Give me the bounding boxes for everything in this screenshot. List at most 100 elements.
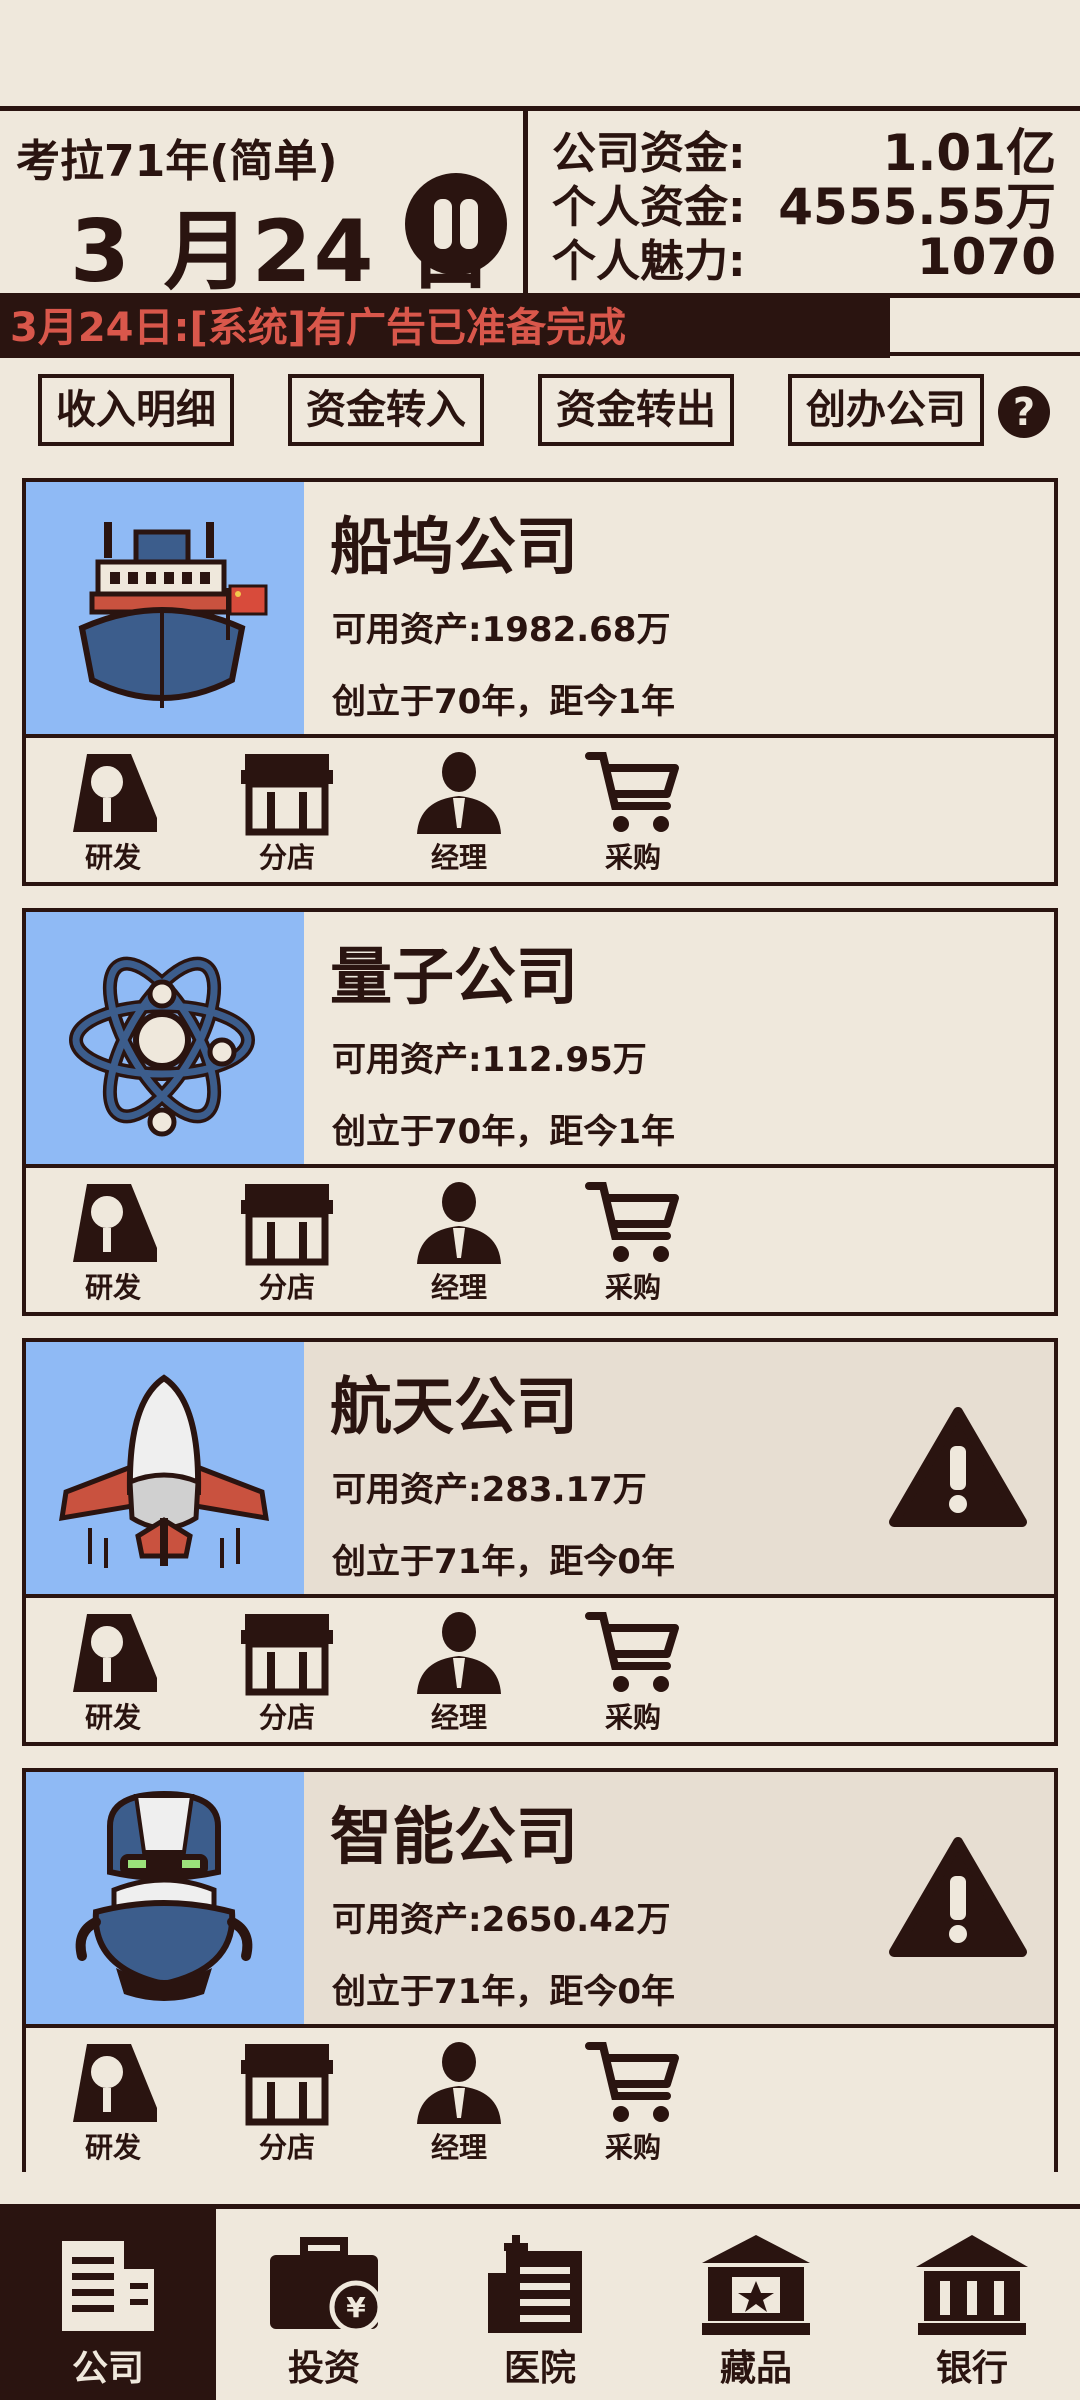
robot-icon <box>26 1772 304 2024</box>
founded-info: 创立于70年，距今1年 <box>332 1112 675 1152</box>
income-details-button[interactable]: 收入明细 <box>38 374 234 446</box>
branch-label: 分店 <box>258 1271 315 1304</box>
manager-button[interactable]: 经理 <box>404 2038 514 2168</box>
company-info[interactable]: 船坞公司 可用资产:1982.68万 创立于70年，距今1年 <box>26 482 1054 738</box>
founded-info: 创立于71年，距今0年 <box>332 1972 675 2012</box>
purchase-button[interactable]: 采购 <box>578 2038 688 2168</box>
nav-label-collection: 藏品 <box>719 2348 792 2389</box>
purchase-button[interactable]: 采购 <box>578 1178 688 1308</box>
svg-text:¥: ¥ <box>346 2291 366 2324</box>
transfer-in-button[interactable]: 资金转入 <box>288 374 484 446</box>
museum-icon <box>702 2235 810 2335</box>
ticker-divider <box>890 352 1080 356</box>
bottom-nav: 公司 ¥ 投资 医院 藏品 银行 <box>0 2204 1080 2400</box>
manager-label: 经理 <box>430 2131 487 2164</box>
manager-label: 经理 <box>430 841 487 874</box>
research-button[interactable]: 研发 <box>58 748 168 878</box>
company-info[interactable]: 量子公司 可用资产:112.95万 创立于70年，距今1年 <box>26 912 1054 1168</box>
available-assets: 可用资产:283.17万 <box>332 1470 647 1510</box>
branch-button[interactable]: 分店 <box>232 748 342 878</box>
store-icon <box>241 1184 333 1266</box>
purchase-button[interactable]: 采购 <box>578 748 688 878</box>
charisma-row: 个人魅力: 1070 <box>552 228 1056 287</box>
manager-button[interactable]: 经理 <box>404 1178 514 1308</box>
branch-button[interactable]: 分店 <box>232 2038 342 2168</box>
company-name: 智能公司 <box>330 1800 579 1873</box>
company-info[interactable]: 航天公司 可用资产:283.17万 创立于71年，距今0年 <box>26 1342 1054 1598</box>
company-tools: 研发 分店 经理 采购 <box>26 2028 1054 2176</box>
store-icon <box>241 2044 333 2126</box>
purchase-button[interactable]: 采购 <box>578 1608 688 1738</box>
nav-tab-collection[interactable]: 藏品 <box>648 2209 864 2400</box>
research-button[interactable]: 研发 <box>58 1178 168 1308</box>
manager-button[interactable]: 经理 <box>404 1608 514 1738</box>
branch-label: 分店 <box>258 1701 315 1734</box>
founded-info: 创立于71年，距今0年 <box>332 1542 675 1582</box>
investment-briefcase-icon: ¥ <box>270 2237 383 2334</box>
manager-icon <box>417 752 501 834</box>
warning-icon[interactable] <box>888 1834 1028 1960</box>
date-panel: 考拉71年(简单) 3 月24 日 <box>0 111 528 302</box>
company-card-shipyard[interactable]: 船坞公司 可用资产:1982.68万 创立于70年，距今1年 研发 分店 经理 … <box>22 478 1058 886</box>
branch-button[interactable]: 分店 <box>232 1608 342 1738</box>
research-label: 研发 <box>84 841 141 874</box>
manager-icon <box>417 1612 501 1694</box>
research-label: 研发 <box>84 2131 141 2164</box>
company-icon <box>62 2241 154 2331</box>
company-info[interactable]: 智能公司 可用资产:2650.42万 创立于71年，距今0年 <box>26 1772 1054 2028</box>
research-button[interactable]: 研发 <box>58 2038 168 2168</box>
nav-tab-investment[interactable]: ¥ 投资 <box>216 2209 432 2400</box>
help-icon[interactable]: ? <box>998 386 1050 438</box>
nav-label-investment: 投资 <box>287 2348 360 2389</box>
research-icon <box>73 1184 157 1262</box>
hospital-icon <box>488 2235 582 2333</box>
purchase-label: 采购 <box>604 1271 661 1304</box>
manager-label: 经理 <box>430 1271 487 1304</box>
research-label: 研发 <box>84 1701 141 1734</box>
charisma-label: 个人魅力: <box>552 236 746 287</box>
company-tools: 研发 分店 经理 采购 <box>26 738 1054 886</box>
company-card-aerospace[interactable]: 航天公司 可用资产:283.17万 创立于71年，距今0年 研发 分店 经理 采… <box>22 1338 1058 1746</box>
cart-icon <box>585 2042 679 2122</box>
bank-icon <box>916 2235 1028 2335</box>
manager-button[interactable]: 经理 <box>404 748 514 878</box>
charisma-value: 1070 <box>916 228 1056 286</box>
nav-label-hospital: 医院 <box>503 2348 576 2389</box>
company-card-quantum[interactable]: 量子公司 可用资产:112.95万 创立于70年，距今1年 研发 分店 经理 采… <box>22 908 1058 1316</box>
manager-icon <box>417 2042 501 2124</box>
branch-label: 分店 <box>258 2131 315 2164</box>
research-button[interactable]: 研发 <box>58 1608 168 1738</box>
available-assets: 可用资产:112.95万 <box>332 1040 647 1080</box>
cart-icon <box>585 1612 679 1692</box>
store-icon <box>241 754 333 836</box>
company-name: 船坞公司 <box>330 510 579 583</box>
status-header: 考拉71年(简单) 3 月24 日 公司资金: 1.01亿 个人资金: 4555… <box>0 106 1080 302</box>
warning-icon[interactable] <box>888 1404 1028 1530</box>
company-name: 量子公司 <box>330 940 579 1013</box>
research-label: 研发 <box>84 1271 141 1304</box>
available-assets: 可用资产:2650.42万 <box>332 1900 671 1940</box>
nav-tab-hospital[interactable]: 医院 <box>432 2209 648 2400</box>
pause-button[interactable] <box>405 173 507 275</box>
available-assets: 可用资产:1982.68万 <box>332 610 671 650</box>
company-tools: 研发 分店 经理 采购 <box>26 1168 1054 1316</box>
company-tools: 研发 分店 经理 采购 <box>26 1598 1054 1746</box>
news-ticker[interactable]: 3月24日:[系统]有广告已准备完成 <box>0 298 890 358</box>
create-company-button[interactable]: 创办公司 <box>788 374 984 446</box>
purchase-label: 采购 <box>604 841 661 874</box>
manager-icon <box>417 1182 501 1264</box>
nav-tab-company[interactable]: 公司 <box>0 2209 216 2400</box>
branch-label: 分店 <box>258 841 315 874</box>
purchase-label: 采购 <box>604 1701 661 1734</box>
research-icon <box>73 754 157 832</box>
stats-panel: 公司资金: 1.01亿 个人资金: 4555.55万 个人魅力: 1070 <box>528 111 1080 293</box>
branch-button[interactable]: 分店 <box>232 1178 342 1308</box>
purchase-label: 采购 <box>604 2131 661 2164</box>
transfer-out-button[interactable]: 资金转出 <box>538 374 734 446</box>
nav-tab-bank[interactable]: 银行 <box>864 2209 1080 2400</box>
nav-label-bank: 银行 <box>935 2348 1008 2389</box>
ship-icon <box>26 482 304 734</box>
manager-label: 经理 <box>430 1701 487 1734</box>
research-icon <box>73 1614 157 1692</box>
company-card-ai[interactable]: 智能公司 可用资产:2650.42万 创立于71年，距今0年 研发 分店 经理 … <box>22 1768 1058 2172</box>
